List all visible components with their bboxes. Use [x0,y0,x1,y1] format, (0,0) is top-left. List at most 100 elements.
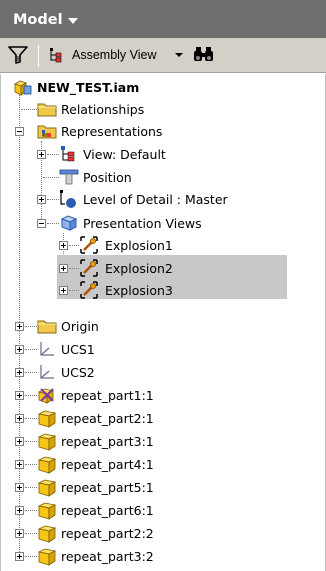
tree-item-part[interactable]: repeat_part3:1 [37,430,237,452]
find-button[interactable] [193,46,215,64]
expand-toggle[interactable] [15,529,24,538]
folder-icon [37,320,57,334]
expand-toggle[interactable] [15,460,24,469]
toolbar-separator [38,45,39,67]
expand-toggle[interactable] [15,506,24,515]
tree-connector [47,199,59,200]
expand-toggle[interactable] [59,241,68,250]
tree-item-view-default[interactable]: View: Default [59,143,259,165]
tree-item-label: Presentation Views [83,215,202,231]
collapse-toggle[interactable] [15,127,24,136]
browser-title: Model [13,12,63,28]
expand-toggle[interactable] [59,264,68,273]
binoculars-icon [194,47,213,61]
tree-item-relationships[interactable]: Relationships [37,98,237,120]
tree-item-part[interactable]: repeat_part3:2 [37,545,237,567]
tree-connector [47,223,59,224]
tree-connector [25,556,37,557]
expand-toggle[interactable] [15,391,24,400]
assembly-view-icon [50,48,62,63]
assembly-icon [14,80,32,96]
model-tree: NEW_TEST.iam Relationships Representatio… [0,74,326,571]
tree-item-explosion3[interactable]: Explosion3 [79,279,279,301]
tree-item-label: Relationships [61,101,145,117]
filter-button[interactable] [8,46,28,64]
tree-item-level-of-detail[interactable]: Level of Detail : Master [59,188,319,210]
tree-item-label: repeat_part6:1 [61,502,154,518]
assembly-view-dropdown[interactable]: Assembly View [48,46,183,64]
expand-toggle[interactable] [15,552,24,561]
representations-folder-icon [37,125,57,139]
tree-item-label: Origin [61,318,99,334]
chevron-down-icon [67,18,78,24]
tree-connector [25,349,37,350]
dropdown-arrow-icon [174,53,183,57]
tree-item-label: repeat_part2:2 [61,525,154,541]
tree-connector [69,268,79,269]
tree-root[interactable]: NEW_TEST.iam [13,76,313,98]
tree-item-label: repeat_part2:1 [61,410,154,426]
tree-item-part[interactable]: repeat_part1:1 [37,384,237,406]
part-icon [37,502,57,520]
tree-connector [25,464,37,465]
tree-item-ucs2[interactable]: UCS2 [37,361,237,383]
tree-item-part[interactable]: repeat_part2:2 [37,522,237,544]
explosion-icon [80,259,98,277]
tree-connector [21,109,37,110]
tree-item-part[interactable]: repeat_part5:1 [37,476,237,498]
tree-item-origin[interactable]: Origin [37,315,237,337]
assembly-view-label: Assembly View [72,48,157,62]
tree-item-part[interactable]: repeat_part2:1 [37,407,237,429]
tree-item-part[interactable]: repeat_part4:1 [37,453,237,475]
part-icon [37,433,57,451]
expand-toggle[interactable] [15,414,24,423]
part-icon [37,456,57,474]
tree-connector [25,487,37,488]
tree-item-presentation-views[interactable]: Presentation Views [59,212,279,234]
tree-root-label: NEW_TEST.iam [37,79,140,95]
tree-connector [25,441,37,442]
tree-item-label: Representations [61,123,163,139]
tree-item-label: View: Default [83,146,166,162]
expand-toggle[interactable] [15,345,24,354]
expand-toggle[interactable] [15,437,24,446]
level-of-detail-icon [60,190,76,208]
tree-item-label: Explosion3 [105,282,173,298]
tree-connector [69,290,79,291]
tree-item-label: UCS2 [61,364,95,380]
tree-item-representations[interactable]: Representations [37,120,237,142]
collapse-toggle[interactable] [37,219,46,228]
tree-item-ucs1[interactable]: UCS1 [37,338,237,360]
expand-toggle[interactable] [15,368,24,377]
tree-item-label: repeat_part5:1 [61,479,154,495]
ucs-icon [40,342,54,356]
expand-toggle[interactable] [15,483,24,492]
explosion-icon [80,281,98,299]
expand-toggle[interactable] [37,195,46,204]
browser-title-dropdown[interactable]: Model [13,12,78,28]
tree-connector [47,154,59,155]
explosion-icon [80,236,98,254]
expand-toggle[interactable] [59,286,68,295]
tree-item-label: Position [83,169,132,185]
folder-icon [37,103,57,117]
tree-item-label: repeat_part3:2 [61,548,154,564]
tree-item-label: UCS1 [61,341,95,357]
view-rep-icon [61,146,75,162]
tree-item-explosion2[interactable]: Explosion2 [79,257,279,279]
part-icon [37,479,57,497]
tree-item-label: Explosion2 [105,260,173,276]
tree-connector [25,326,37,327]
tree-item-label: repeat_part1:1 [61,387,154,403]
part-icon [37,548,57,566]
presentation-views-icon [60,215,78,231]
tree-item-part[interactable]: repeat_part6:1 [37,499,237,521]
expand-toggle[interactable] [15,322,24,331]
tree-item-position[interactable]: Position [59,166,259,188]
tree-item-label: Level of Detail : Master [83,191,228,207]
tree-connector [25,372,37,373]
tree-item-label: repeat_part3:1 [61,433,154,449]
browser-toolbar: Assembly View [0,38,326,73]
expand-toggle[interactable] [37,150,46,159]
tree-item-explosion1[interactable]: Explosion1 [79,234,279,256]
